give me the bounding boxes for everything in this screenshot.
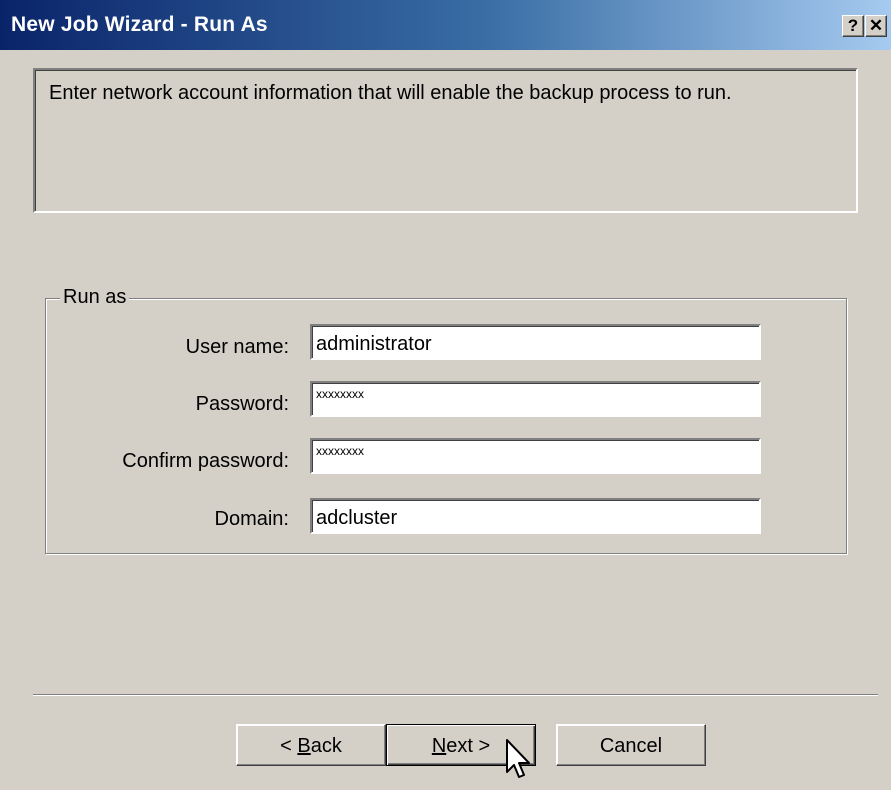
user-name-input[interactable]: administrator: [310, 324, 761, 360]
domain-input[interactable]: adcluster: [310, 498, 761, 534]
back-button-prefix: <: [280, 735, 298, 757]
cancel-button[interactable]: Cancel: [556, 724, 706, 766]
back-button-rest: ack: [310, 735, 342, 757]
user-name-label: User name:: [185, 336, 289, 358]
back-button-accel: B: [297, 735, 311, 757]
confirm-password-label: Confirm password:: [122, 450, 289, 472]
title-bar[interactable]: New Job Wizard - Run As ? ✕: [0, 0, 891, 50]
help-button[interactable]: ?: [842, 15, 864, 37]
next-button-accel: N: [431, 735, 447, 757]
group-legend: Run as: [60, 286, 130, 309]
close-button[interactable]: ✕: [865, 15, 887, 37]
next-button-rest: ext >: [446, 735, 491, 757]
description-text: Enter network account information that w…: [49, 82, 732, 104]
back-button[interactable]: < Back: [236, 724, 386, 766]
domain-label: Domain:: [214, 508, 289, 530]
separator-line: [33, 694, 878, 696]
password-input[interactable]: xxxxxxxx: [310, 381, 761, 417]
help-icon: ?: [847, 16, 859, 35]
description-panel: Enter network account information that w…: [33, 68, 858, 213]
run-as-group: Run as User name: administrator Password…: [45, 286, 847, 554]
window-title: New Job Wizard - Run As: [11, 13, 268, 36]
close-icon: ✕: [868, 16, 884, 35]
password-label: Password:: [195, 393, 289, 415]
mouse-pointer-icon: [506, 739, 530, 778]
confirm-password-input[interactable]: xxxxxxxx: [310, 438, 761, 474]
